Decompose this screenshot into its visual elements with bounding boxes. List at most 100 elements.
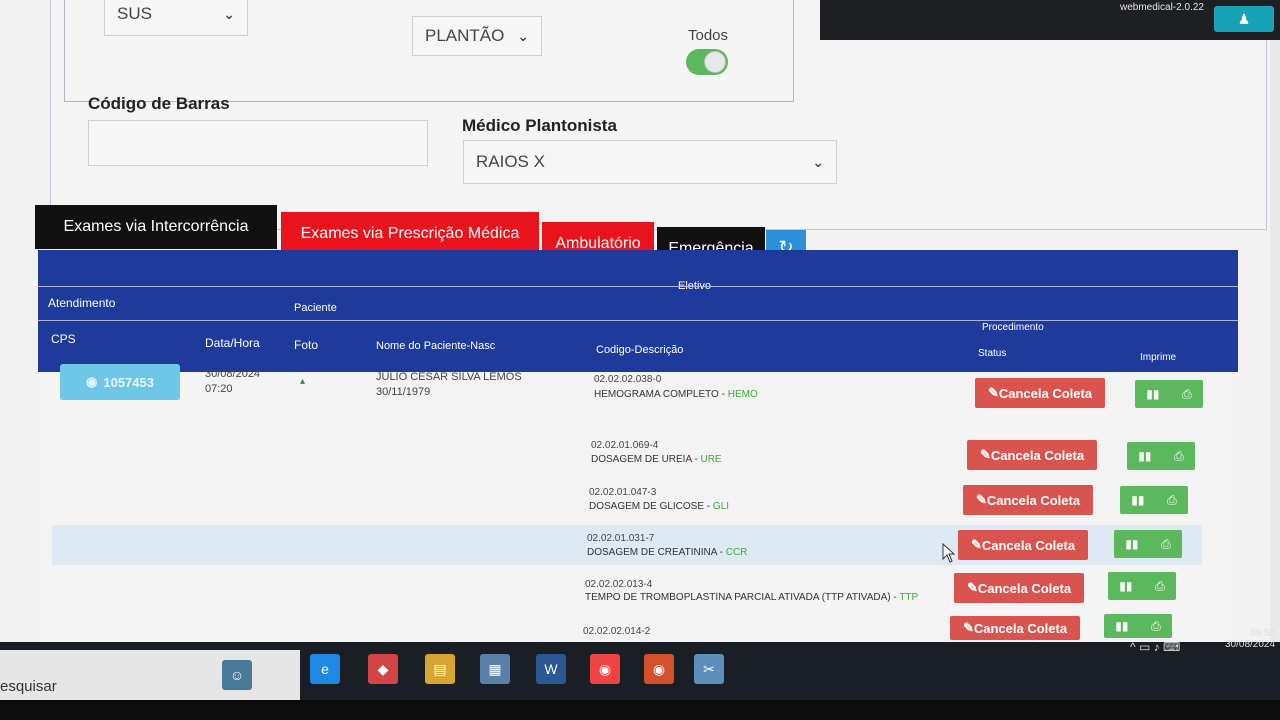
cancel-label: Cancela Coleta xyxy=(977,580,1072,596)
patient-date: 30/08/2024 xyxy=(205,368,261,380)
exam-desc: DOSAGEM DE GLICOSE - GLI xyxy=(589,501,729,512)
cancel-icon: ✎ xyxy=(962,620,974,635)
anydesk-icon[interactable]: ◆ xyxy=(368,654,398,684)
print-buttons[interactable]: ▮▮ ⎙ xyxy=(1104,614,1172,638)
patient-birth: 30/11/1979 xyxy=(376,386,431,398)
print-icon[interactable]: ⎙ xyxy=(1151,619,1161,634)
monitor-bezel xyxy=(0,700,1280,720)
cortana-icon[interactable]: ☺ xyxy=(222,660,252,690)
exam-desc: DOSAGEM DE CREATININA - CCR xyxy=(587,547,747,558)
exam-code: 02.02.02.014-2 xyxy=(583,626,651,637)
header-divider xyxy=(38,320,1238,321)
col-cps: CPS xyxy=(51,332,76,346)
exam-desc-text: DOSAGEM DE UREIA - xyxy=(591,454,701,465)
clock-time: 09:50 xyxy=(1249,628,1275,639)
cancel-collection-button[interactable]: ✎ Cancela Coleta xyxy=(954,573,1084,603)
medico-select[interactable]: RAIOS X ⌄ xyxy=(463,140,837,184)
setor-select[interactable]: PLANTÃO ⌄ xyxy=(412,16,542,56)
snipping-tool-icon[interactable]: ✂ xyxy=(694,654,724,684)
chevron-down-icon: ⌄ xyxy=(812,153,824,170)
exam-desc: TEMPO DE TROMBOPLASTINA PARCIAL ATIVADA … xyxy=(585,592,918,603)
col-codigo: Codigo-Descrição xyxy=(596,344,684,356)
cancel-label: Cancela Coleta xyxy=(998,385,1093,401)
word-icon[interactable]: W xyxy=(536,654,566,684)
table-header: Eletivo Atendimento Paciente Procediment… xyxy=(38,250,1238,372)
exam-abbr: URE xyxy=(700,454,722,465)
print-buttons[interactable]: ▮▮ ⎙ xyxy=(1127,442,1195,470)
chevron-down-icon: ⌄ xyxy=(517,27,529,44)
barcode-icon[interactable]: ▮▮ xyxy=(1138,449,1151,463)
exam-abbr: HEMO xyxy=(727,389,758,400)
exam-desc-text: DOSAGEM DE CREATININA - xyxy=(587,547,726,558)
exam-abbr: GLI xyxy=(712,501,730,512)
cancel-collection-button[interactable]: ✎ Cancela Coleta xyxy=(975,378,1105,408)
version-label: webmedical-2.0.22 xyxy=(1120,2,1204,13)
todos-toggle[interactable] xyxy=(686,49,728,75)
cancel-label: Cancela Coleta xyxy=(981,537,1076,553)
medico-label: Médico Plantonista xyxy=(462,116,617,135)
exam-desc-text: HEMOGRAMA COMPLETO - xyxy=(594,389,728,400)
chrome-profile-icon[interactable]: ◉ xyxy=(644,654,674,684)
main-content: SUS ⌄ PLANTÃO ⌄ Todos Código de Barras M… xyxy=(0,0,1270,660)
cancel-label: Cancela Coleta xyxy=(973,620,1068,636)
print-buttons[interactable]: ▮▮ ⎙ xyxy=(1108,572,1176,600)
print-icon[interactable]: ⎙ xyxy=(1161,537,1171,552)
exam-code: 02.02.01.069-4 xyxy=(591,440,659,451)
barcode-icon[interactable]: ▮▮ xyxy=(1131,493,1144,507)
cancel-icon: ✎ xyxy=(987,385,999,400)
todos-label: Todos xyxy=(688,27,729,44)
print-buttons[interactable]: ▮▮ ⎙ xyxy=(1120,486,1188,514)
cancel-collection-button[interactable]: ✎ Cancela Coleta xyxy=(967,440,1097,470)
header-paciente: Paciente xyxy=(294,302,337,314)
print-icon[interactable]: ⎙ xyxy=(1174,449,1184,464)
exam-code: 02.02.01.047-3 xyxy=(589,487,657,498)
cancel-label: Cancela Coleta xyxy=(986,492,1081,508)
barcode-icon[interactable]: ▮▮ xyxy=(1119,579,1132,593)
tab-intercorrencia[interactable]: Exames via Intercorrência xyxy=(35,205,277,249)
barcode-icon[interactable]: ▮▮ xyxy=(1115,619,1128,633)
codigo-barras-input[interactable] xyxy=(88,120,428,166)
col-status: Status xyxy=(978,348,1007,359)
taskbar-search-text: esquisar xyxy=(0,678,57,695)
cancel-collection-button[interactable]: ✎ Cancela Coleta xyxy=(958,530,1088,560)
col-foto: Foto xyxy=(294,338,319,352)
exam-desc: DOSAGEM DE UREIA - URE xyxy=(591,454,722,465)
file-explorer-icon[interactable]: ▤ xyxy=(425,654,455,684)
patient-photo-icon: ▴ xyxy=(300,376,306,387)
print-buttons[interactable]: ▮▮ ⎙ xyxy=(1135,380,1203,408)
app-icon[interactable]: ▦ xyxy=(480,654,510,684)
system-tray[interactable]: ^ ▭ ♪ ⌨ xyxy=(1130,640,1180,654)
edge-icon[interactable]: e xyxy=(310,654,340,684)
col-data-hora: Data/Hora xyxy=(205,336,260,350)
codigo-barras-label: Código de Barras xyxy=(88,94,230,113)
col-imprime: Imprime xyxy=(1140,352,1177,363)
cancel-collection-button[interactable]: ✎ Cancela Coleta xyxy=(963,485,1093,515)
barcode-icon[interactable]: ▮▮ xyxy=(1146,387,1159,401)
user-menu-button[interactable]: ♟ xyxy=(1214,6,1274,32)
cps-button[interactable]: ◉ 1057453 xyxy=(60,364,180,400)
clock-date: 30/08/2024 xyxy=(1225,639,1276,650)
print-icon[interactable]: ⎙ xyxy=(1155,579,1165,594)
user-icon: ♟ xyxy=(1237,10,1251,27)
mouse-cursor-icon xyxy=(942,543,956,563)
taskbar-clock[interactable]: 09:50 30/08/2024 xyxy=(1225,628,1275,650)
print-buttons[interactable]: ▮▮ ⎙ xyxy=(1114,530,1182,558)
cancel-icon: ✎ xyxy=(975,492,987,507)
chrome-icon[interactable]: ◉ xyxy=(590,654,620,684)
exam-abbr: TTP xyxy=(899,592,919,603)
barcode-icon[interactable]: ▮▮ xyxy=(1125,537,1138,551)
cancel-label: Cancela Coleta xyxy=(990,447,1085,463)
exam-abbr: CCR xyxy=(725,547,748,558)
convenio-select[interactable]: SUS ⌄ xyxy=(104,0,248,36)
exam-desc-text: DOSAGEM DE GLICOSE - xyxy=(589,501,713,512)
patient-name: JULIO CESAR SILVA LEMOS xyxy=(376,371,522,383)
cancel-collection-button[interactable]: ✎ Cancela Coleta xyxy=(950,616,1080,640)
col-nome: Nome do Paciente-Nasc xyxy=(376,340,496,352)
print-icon[interactable]: ⎙ xyxy=(1167,493,1177,508)
print-icon[interactable]: ⎙ xyxy=(1182,387,1192,402)
exam-desc-text: TEMPO DE TROMBOPLASTINA PARCIAL ATIVADA … xyxy=(585,592,900,603)
exam-code: 02.02.01.031-7 xyxy=(587,533,655,544)
exam-desc: HEMOGRAMA COMPLETO - HEMO xyxy=(594,389,758,400)
exam-code: 02.02.02.038-0 xyxy=(594,374,662,385)
header-procedimento: Procedimento xyxy=(982,322,1044,333)
